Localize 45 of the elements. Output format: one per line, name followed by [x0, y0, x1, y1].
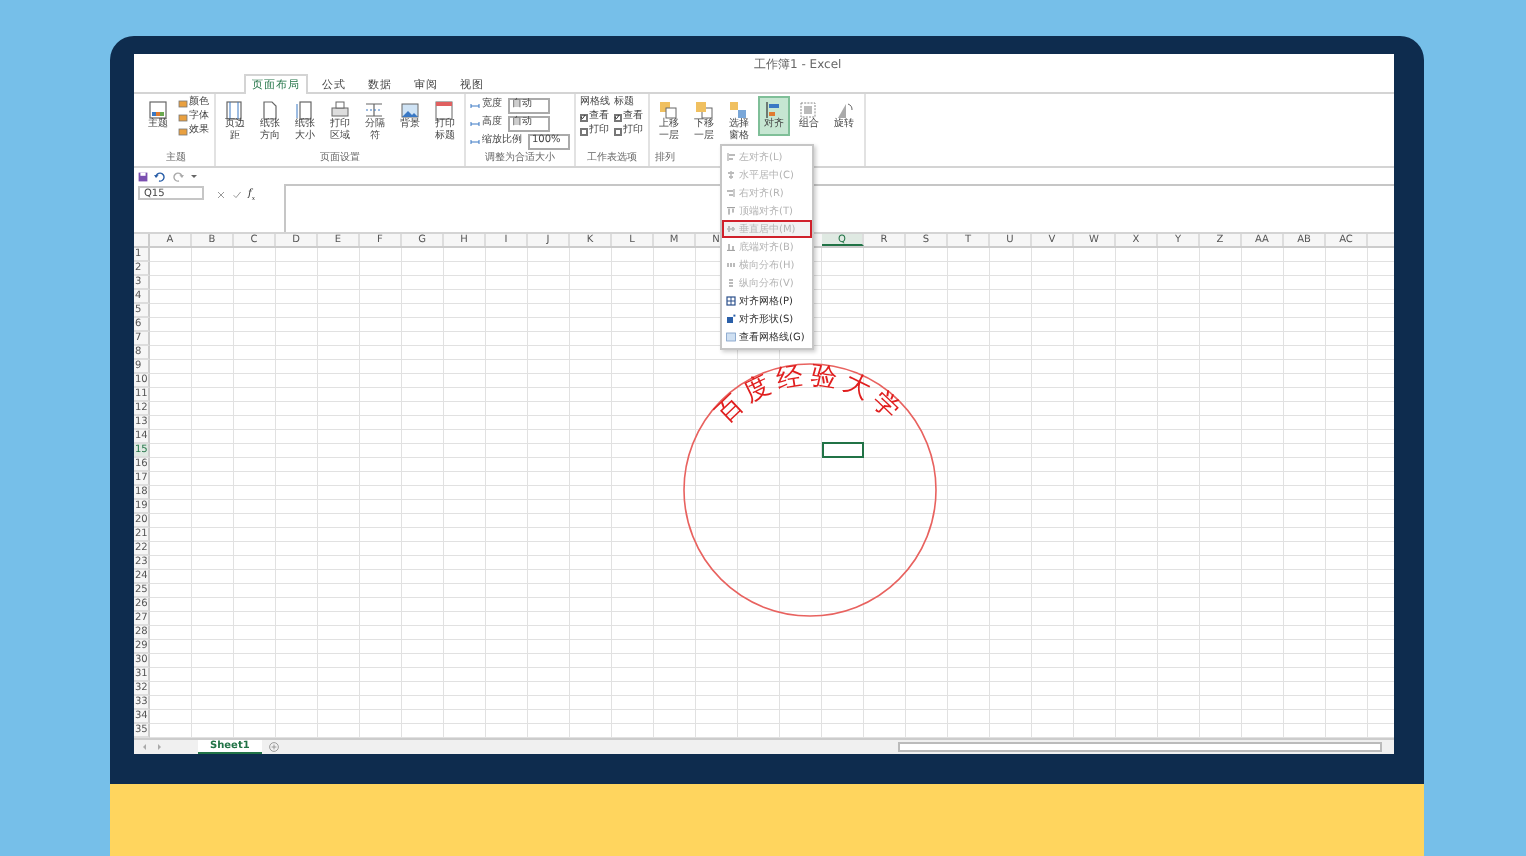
horizontal-scrollbar[interactable]: [898, 742, 1382, 752]
group-icon: [798, 100, 819, 120]
orientation-icon: [259, 100, 280, 120]
selected-cell[interactable]: [821, 442, 863, 458]
page-size-icon: [294, 100, 315, 120]
size-icon: [470, 119, 480, 128]
undo-icon[interactable]: [154, 171, 166, 181]
cancel-icon[interactable]: [216, 190, 226, 200]
breaks-icon: [364, 100, 385, 120]
checkbox[interactable]: [580, 114, 587, 121]
image-icon: [399, 100, 420, 120]
swatch-icon: [147, 100, 168, 120]
bring-forward-icon: [658, 100, 679, 120]
add-sheet-icon[interactable]: [267, 740, 280, 754]
swatch-icon: [177, 113, 187, 122]
checkbox[interactable]: [614, 128, 621, 135]
align-center-icon: [726, 170, 736, 180]
gridlines-icon: [726, 332, 736, 342]
check-icon[interactable]: [232, 190, 242, 200]
align-left-icon: [726, 152, 736, 162]
size-icon: [470, 101, 480, 110]
align-right-icon: [726, 188, 736, 198]
checkbox[interactable]: [614, 114, 621, 121]
scale-icon: [470, 137, 480, 146]
swatch-icon: [177, 99, 187, 108]
rotate-icon: [833, 100, 854, 120]
send-backward-icon: [693, 100, 714, 120]
selection-pane-icon: [728, 100, 749, 120]
align-bottom-icon: [726, 242, 736, 252]
distribute-horizontal-icon: [726, 260, 736, 270]
align-top-icon: [726, 206, 736, 216]
swatch-icon: [177, 127, 187, 136]
redo-icon[interactable]: [172, 171, 184, 181]
cell-grid[interactable]: [150, 248, 1394, 738]
stamp-text: 百度经验大学: [710, 361, 910, 430]
save-icon[interactable]: [138, 171, 148, 181]
align-icon: [763, 100, 784, 120]
caret-icon[interactable]: [190, 172, 198, 180]
print-titles-icon: [434, 100, 455, 120]
align-middle-icon: [726, 224, 736, 234]
margins-icon: [224, 100, 245, 120]
printer-icon: [329, 100, 350, 120]
checkbox[interactable]: [580, 128, 587, 135]
grid-icon: [726, 296, 736, 306]
shape-icon: [726, 314, 736, 324]
